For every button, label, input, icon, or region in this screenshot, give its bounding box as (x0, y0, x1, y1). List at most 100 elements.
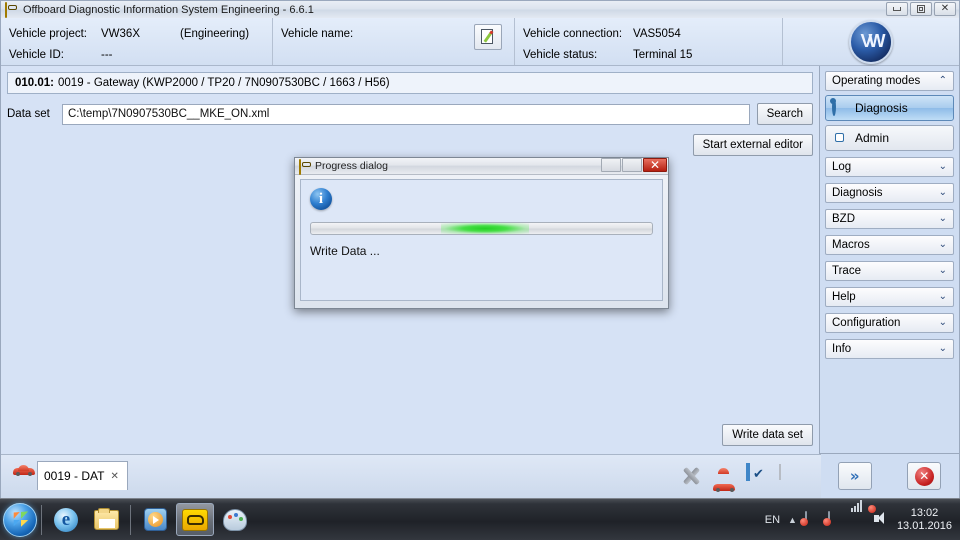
panel-title: BZD (832, 213, 855, 225)
action-center-icon[interactable] (804, 511, 820, 527)
maximize-button[interactable] (910, 2, 932, 16)
panel-diagnosis: Diagnosis ⌄ (825, 183, 954, 203)
odis-engineering-icon (182, 508, 208, 531)
sidebar-item-admin[interactable]: Admin (825, 125, 954, 151)
clock[interactable]: 13:02 13.01.2016 (897, 507, 952, 533)
panel-help: Help ⌄ (825, 287, 954, 307)
dialog-title: Progress dialog (315, 160, 388, 172)
taskbar-item-internet-explorer[interactable]: e (47, 503, 85, 536)
vehicle-project-value: VW36X (101, 27, 140, 40)
progress-bar (310, 222, 653, 235)
language-indicator[interactable]: EN (765, 514, 780, 526)
close-icon[interactable]: ✕ (110, 471, 118, 482)
brand-logo-cell: VW (783, 18, 959, 65)
car-icon[interactable] (713, 468, 737, 492)
search-button[interactable]: Search (756, 103, 813, 125)
chevron-down-icon: ⌄ (938, 161, 947, 172)
dataset-input[interactable]: C:\temp\7N0907530BC__MKE_ON.xml (62, 103, 750, 125)
show-hidden-icons-button[interactable]: ▲ (788, 515, 797, 525)
panel-header-configuration[interactable]: Configuration ⌄ (825, 313, 954, 333)
dialog-body: i Write Data ... (300, 179, 663, 301)
panel-header-trace[interactable]: Trace ⌄ (825, 261, 954, 281)
panel-title: Macros (832, 239, 870, 251)
checkbox-window-icon[interactable] (746, 463, 770, 489)
start-external-editor-button[interactable]: Start external editor (692, 134, 813, 156)
taskbar-item-paint[interactable] (216, 503, 254, 536)
chevron-down-icon: ⌄ (938, 213, 947, 224)
disconnect-icon[interactable] (680, 465, 704, 489)
chevron-down-icon: ⌄ (938, 291, 947, 302)
sidebar-item-label: Diagnosis (855, 101, 908, 115)
chevron-down-icon: ⌄ (938, 317, 947, 328)
tab-0019-dat[interactable]: 0019 - DAT ✕ (37, 461, 128, 490)
panel-title: Configuration (832, 317, 901, 329)
close-button[interactable]: ✕ (934, 2, 956, 16)
operating-modes-body: Diagnosis Admin (825, 91, 954, 151)
panel-log: Log ⌄ (825, 157, 954, 177)
vehicle-id-value: --- (101, 48, 113, 61)
progress-dialog: Progress dialog ✕ i Write Data ... (294, 157, 669, 309)
taskbar-item-media-player[interactable] (136, 503, 174, 536)
dialog-close-button[interactable]: ✕ (643, 158, 667, 172)
paint-icon (223, 508, 247, 531)
panel-header-info[interactable]: Info ⌄ (825, 339, 954, 359)
ecu-description: 0019 - Gateway (KWP2000 / TP20 / 7N09075… (58, 77, 390, 89)
taskbar-item-windows-explorer[interactable] (87, 503, 125, 536)
chevron-down-icon: ⌄ (938, 239, 947, 250)
close-icon: ✕ (940, 3, 950, 14)
dataset-row: Data set C:\temp\7N0907530BC__MKE_ON.xml… (7, 103, 813, 125)
edit-vehicle-name-button[interactable] (474, 24, 502, 50)
panel-header-bzd[interactable]: BZD ⌄ (825, 209, 954, 229)
odis-icon (5, 1, 19, 18)
taskbar-item-odis-engineering[interactable] (176, 503, 214, 536)
car-icon (13, 465, 35, 476)
panel-configuration: Configuration ⌄ (825, 313, 954, 333)
status-icon-group (680, 462, 803, 492)
network-icon[interactable] (850, 500, 866, 527)
bottom-status-bar: 0019 - DAT ✕ (1, 454, 821, 498)
write-data-set-button[interactable]: Write data set (722, 424, 813, 446)
grid-icon[interactable] (779, 464, 803, 489)
dialog-maximize-button[interactable] (622, 158, 642, 172)
vehicle-connection-value: VAS5054 (633, 27, 681, 40)
dialog-status-text: Write Data ... (310, 244, 380, 258)
odis-icon (299, 159, 311, 175)
start-button[interactable] (3, 502, 37, 537)
panel-header-help[interactable]: Help ⌄ (825, 287, 954, 307)
operating-modes-header[interactable]: Operating modes ⌃ (825, 71, 954, 91)
operating-modes-panel: Operating modes ⌃ Diagnosis Admin (825, 71, 954, 151)
write-dataset-row: Write data set (722, 424, 813, 446)
vehicle-project-label: Vehicle project: (9, 27, 87, 40)
panel-title: Diagnosis (832, 187, 883, 199)
ecu-identification-bar: 010.01: 0019 - Gateway (KWP2000 / TP20 /… (7, 72, 813, 94)
volume-icon[interactable] (867, 505, 889, 527)
taskbar-separator (41, 504, 42, 535)
window-title: Offboard Diagnostic Information System E… (23, 3, 314, 16)
tab-label: 0019 - DAT (44, 469, 105, 483)
panel-title: Info (832, 343, 852, 355)
vehicle-info-header: Vehicle project: VW36X (Engineering) Veh… (1, 18, 959, 66)
cancel-button[interactable]: ✕ (907, 462, 942, 490)
chevron-down-icon: ⌄ (938, 187, 947, 198)
panel-info: Info ⌄ (825, 339, 954, 359)
window-titlebar: Offboard Diagnostic Information System E… (1, 1, 959, 19)
panel-header-macros[interactable]: Macros ⌄ (825, 235, 954, 255)
dialog-minimize-button[interactable] (601, 158, 621, 172)
forward-button[interactable]: » (837, 462, 872, 490)
system-tray: EN ▲ 13:02 13.01.2016 (765, 499, 960, 540)
stethoscope-icon (832, 97, 849, 117)
devices-icon[interactable] (827, 511, 843, 527)
cancel-icon: ✕ (914, 466, 934, 486)
dialog-window-controls: ✕ (601, 158, 667, 172)
minimize-button[interactable] (886, 2, 908, 16)
taskbar-separator (130, 504, 131, 535)
windows-logo-icon (13, 511, 28, 528)
windows-taskbar: e EN ▲ 13:02 13.01.2016 (0, 498, 960, 540)
panel-header-log[interactable]: Log ⌄ (825, 157, 954, 177)
vehicle-name-label: Vehicle name: (281, 27, 354, 40)
panel-header-diagnosis[interactable]: Diagnosis ⌄ (825, 183, 954, 203)
volkswagen-logo-icon: VW (849, 19, 893, 64)
sidebar-item-diagnosis[interactable]: Diagnosis (825, 95, 954, 121)
panel-trace: Trace ⌄ (825, 261, 954, 281)
external-editor-row: Start external editor (7, 134, 813, 156)
